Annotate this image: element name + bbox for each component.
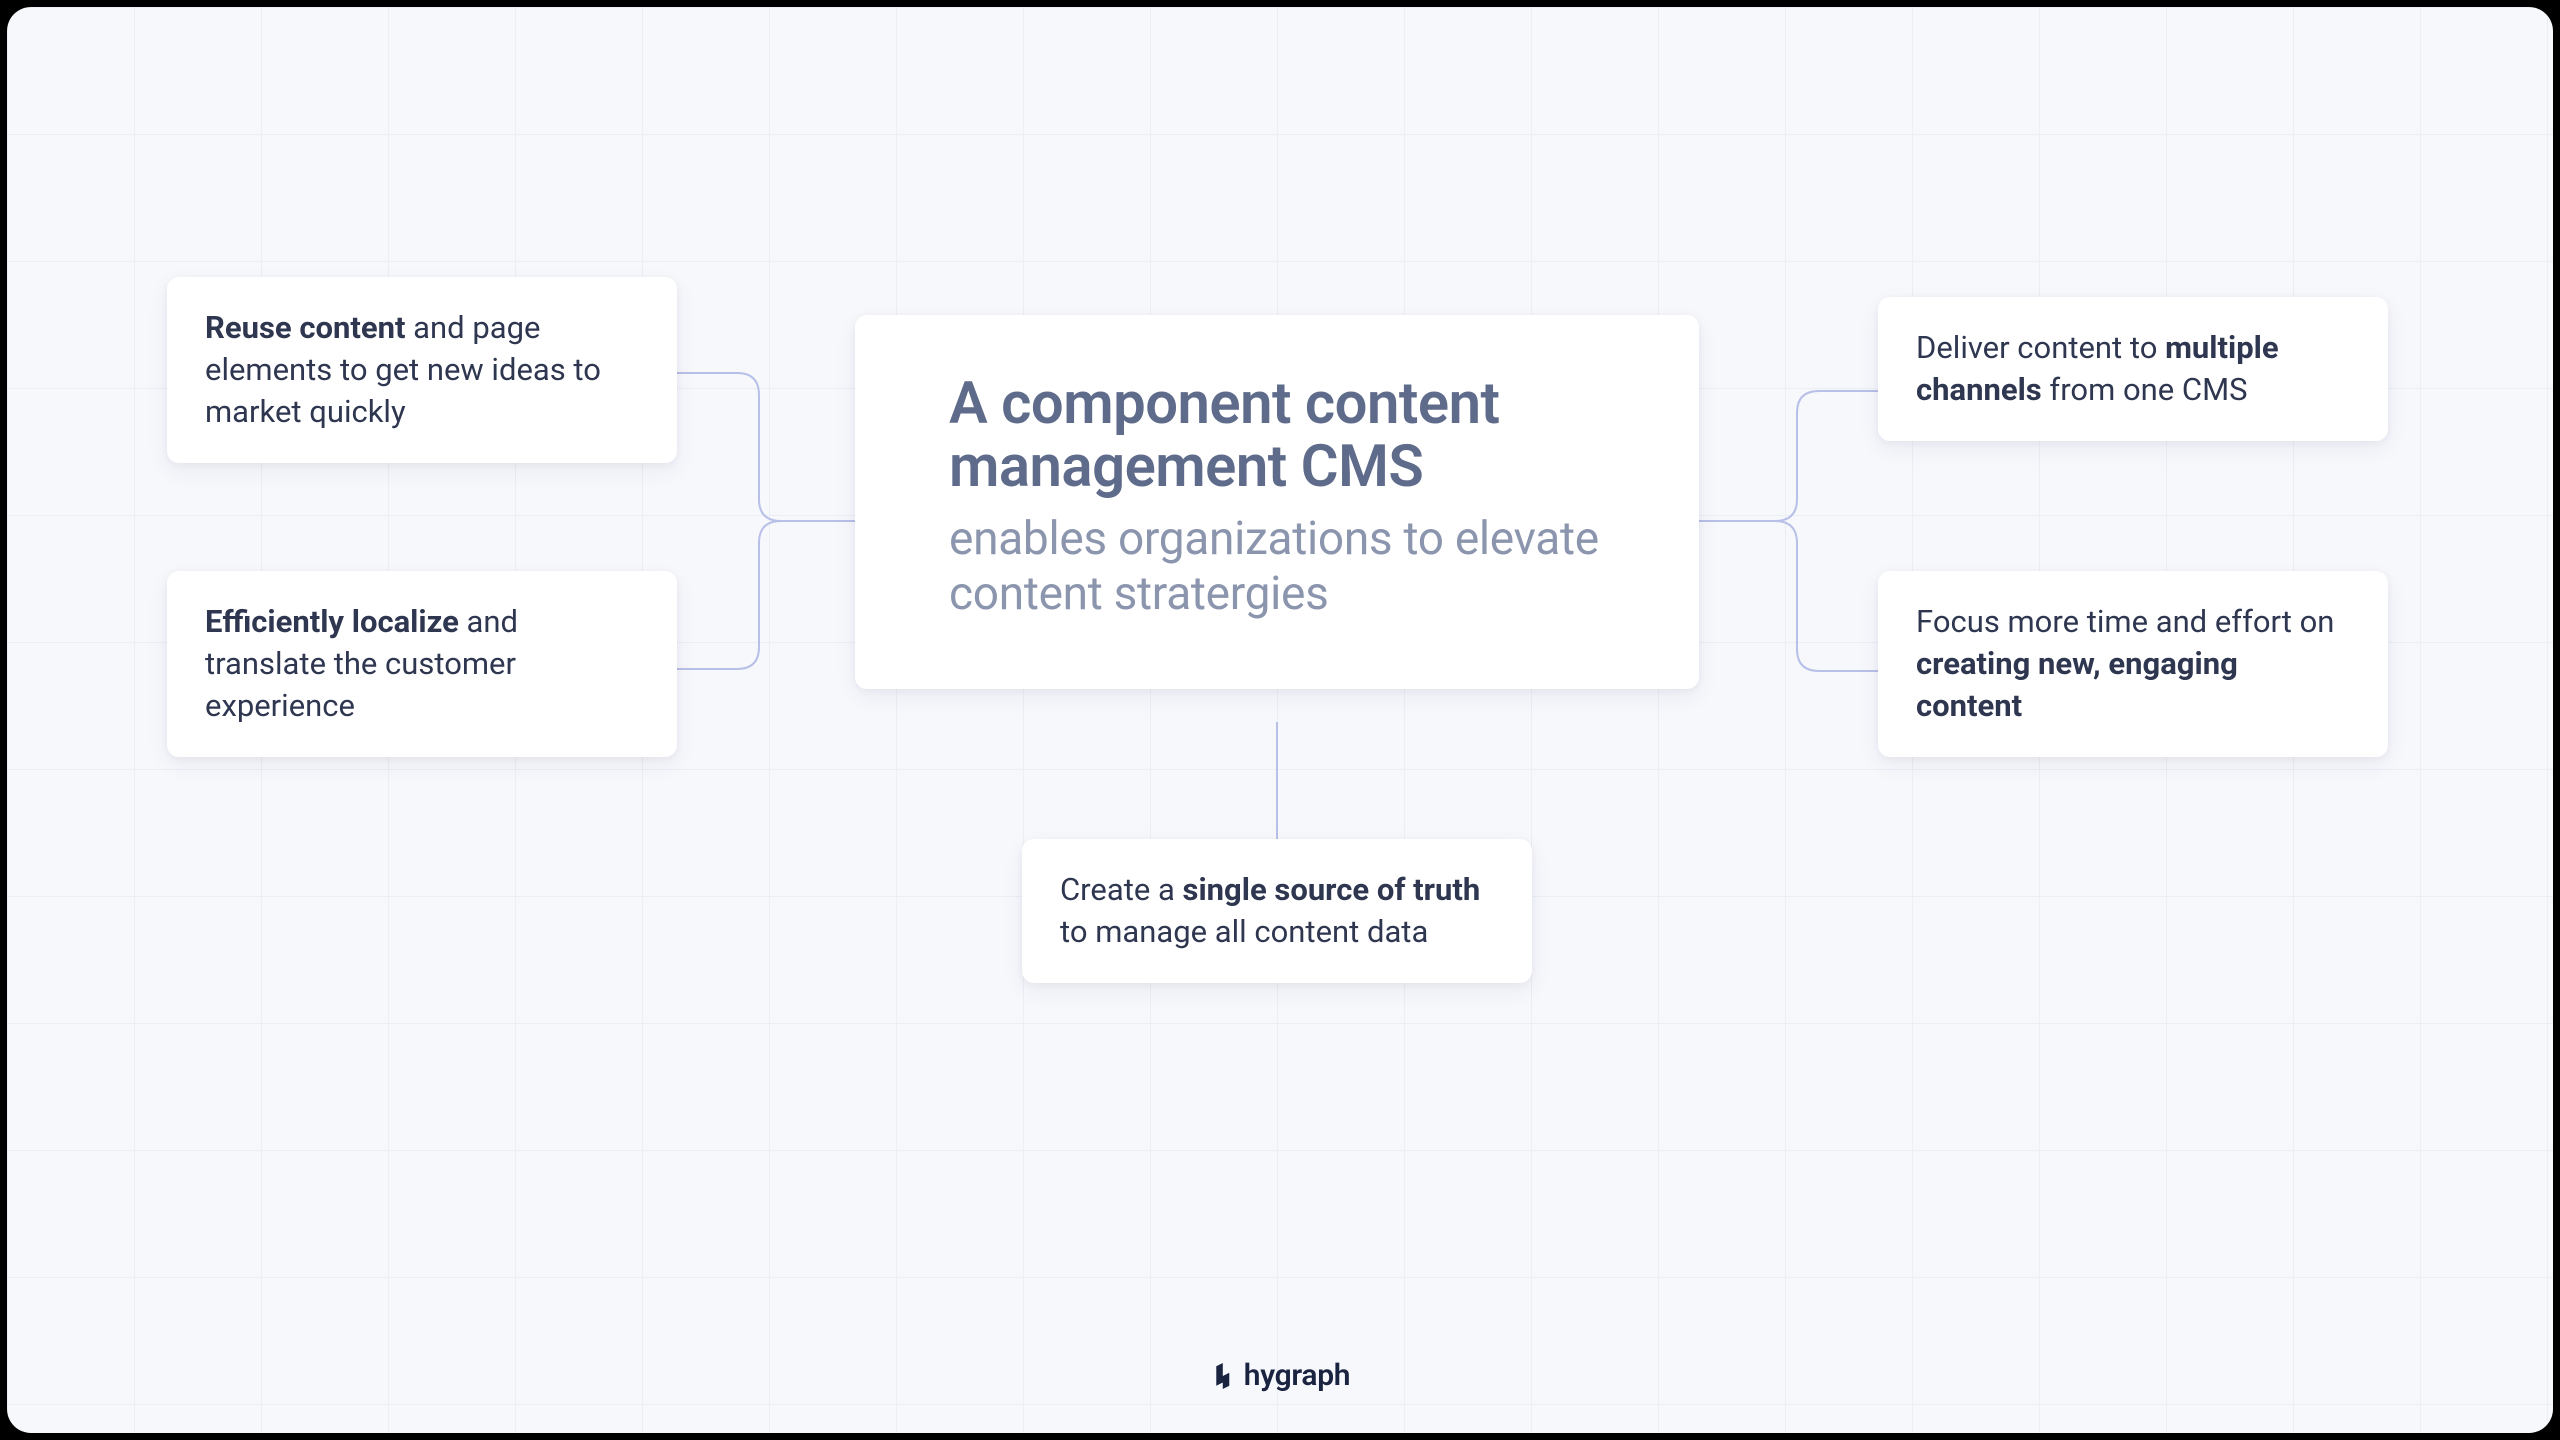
diagram-canvas: A component content management CMS enabl… bbox=[7, 7, 2553, 1433]
connector-bottom bbox=[1275, 722, 1279, 839]
center-title: A component content management CMS bbox=[949, 373, 1605, 498]
connector-left bbox=[677, 367, 855, 677]
brand-logo: hygraph bbox=[1210, 1358, 1350, 1393]
hygraph-icon bbox=[1210, 1363, 1236, 1389]
node-single-source: Create a single source of truth to manag… bbox=[1022, 839, 1532, 983]
node-multiple-channels: Deliver content to multiple channels fro… bbox=[1878, 297, 2388, 441]
connector-right bbox=[1699, 385, 1878, 679]
center-node: A component content management CMS enabl… bbox=[855, 315, 1699, 689]
center-subtitle: enables organizations to elevate content… bbox=[949, 512, 1605, 622]
node-localize: Efficiently localize and translate the c… bbox=[167, 571, 677, 757]
node-reuse-content: Reuse content and page elements to get n… bbox=[167, 277, 677, 463]
brand-name: hygraph bbox=[1244, 1358, 1350, 1393]
node-engaging-content: Focus more time and effort on creating n… bbox=[1878, 571, 2388, 757]
